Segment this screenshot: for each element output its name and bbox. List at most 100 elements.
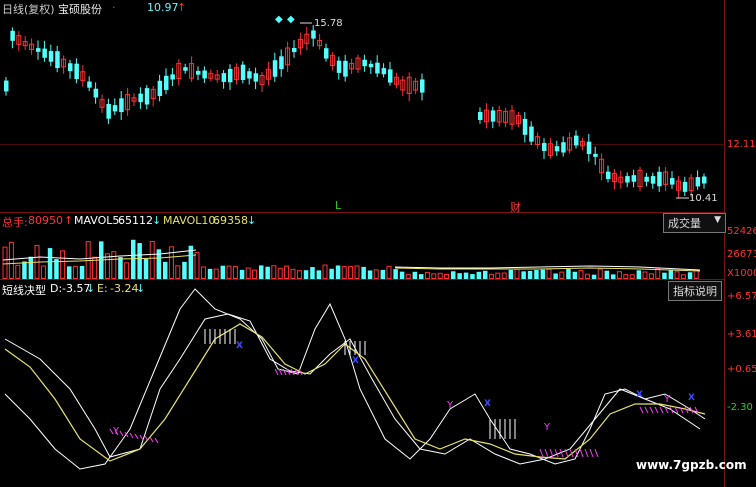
volume-bar [335,265,341,279]
volume-bar [642,271,648,279]
volume-bar [483,270,488,279]
indicator-name: 短线决型 [2,284,46,297]
candle-body [87,81,92,88]
volume-bar [284,265,290,279]
candle-body [529,126,534,142]
volume-bar [8,241,14,279]
tick-mark [274,368,279,376]
candle-body [670,178,675,185]
volume-bar [72,265,78,279]
candle-body [362,59,367,67]
volume-bar [501,272,507,279]
candle-body [272,60,278,77]
volume-bar [431,273,437,279]
indicator-marker-y-4: Y [664,394,671,405]
volume-bar [399,271,405,279]
volume-bar [213,268,219,279]
tick-mark [554,448,559,458]
dropdown-label: 成交量 [668,217,701,230]
volume-bar [194,252,200,279]
candle-body [10,30,15,41]
tick-mark [144,435,149,442]
volume-bar [149,240,155,279]
candle-body [240,64,246,80]
price-chart: ◆ ◆ [4,14,707,199]
chevron-down-icon: ▼ [714,215,721,225]
volume-bar [290,268,296,279]
indicator-axis-1: +6.57 [727,291,756,302]
watermark: www.7gpzb.com [636,458,747,472]
volume-bar [693,270,699,279]
tick-mark [134,433,139,440]
tick-mark [639,406,644,414]
candle-body [4,80,9,92]
indicator-marker-y-1: Y [113,426,120,437]
candle-body [682,181,688,192]
tick-mark [659,406,664,414]
diamond-marker: ◆ [287,14,295,25]
candle-body [74,63,79,80]
volume-bar [354,265,360,279]
volume-bar [124,262,130,279]
volume-bar [636,270,642,279]
candle-body [625,176,630,183]
volume-bar [521,271,526,279]
volume-indicator-dropdown[interactable]: 成交量 ▼ [663,213,726,233]
volume-bar [386,265,392,279]
volume-bar [348,266,354,279]
tick-mark [644,406,649,414]
candle-body [561,142,566,153]
tick-mark [549,448,554,458]
candle-body [336,60,342,73]
volume-bar [22,261,27,279]
marker-L: L [335,199,342,212]
candle-body [554,146,560,152]
volume-bar [207,268,213,279]
tick-mark [589,448,594,458]
candle-body [196,70,201,75]
marker-cai: 财 [510,201,521,214]
volume-bar [118,257,123,279]
volume-bar [341,266,347,279]
volume-bar [584,273,590,279]
indicator-chart: X X X X X [4,288,706,470]
total-volume-label: 总手: [2,216,28,229]
volume-bar [495,272,501,279]
volume-bar [559,271,565,279]
candle-body [247,71,252,79]
indicator-e-label: E: [97,282,108,295]
candle-body [36,48,41,52]
diamond-marker: ◆ [275,14,283,25]
volume-bar [137,243,142,279]
volume-bar [168,246,174,279]
indicator-axis-4: -2.30 [727,402,753,413]
volume-bar [527,270,533,279]
high-price-label: 15.78 [314,18,343,29]
volume-bar [143,258,149,279]
volume-bar [67,266,72,279]
candle-body [138,93,143,103]
volume-bar [245,267,251,279]
blue-x-marker: X [236,341,243,351]
volume-bar [373,269,379,279]
volume-bar [316,270,322,279]
tick-mark [544,448,549,458]
candle-body [55,51,60,68]
indicator-e-value: -3.24 [110,282,139,295]
tick-mark [154,437,159,444]
tick-mark [579,448,584,458]
tick-mark [149,436,154,443]
price-up-arrow: ↑ [177,1,187,14]
volume-bar [367,270,373,279]
candle-body [631,175,637,182]
volume-bar [572,271,578,279]
mavol5-label: MAVOL5: [74,214,124,227]
volume-bar [616,271,622,279]
volume-bar [265,266,270,279]
candle-body [420,79,425,93]
low-price-label: 10.41 [689,193,718,204]
volume-bar [310,267,315,279]
candle-body [93,88,99,98]
indicator-help-button[interactable]: 指标说明 [668,281,722,301]
tick-mark [654,406,659,414]
